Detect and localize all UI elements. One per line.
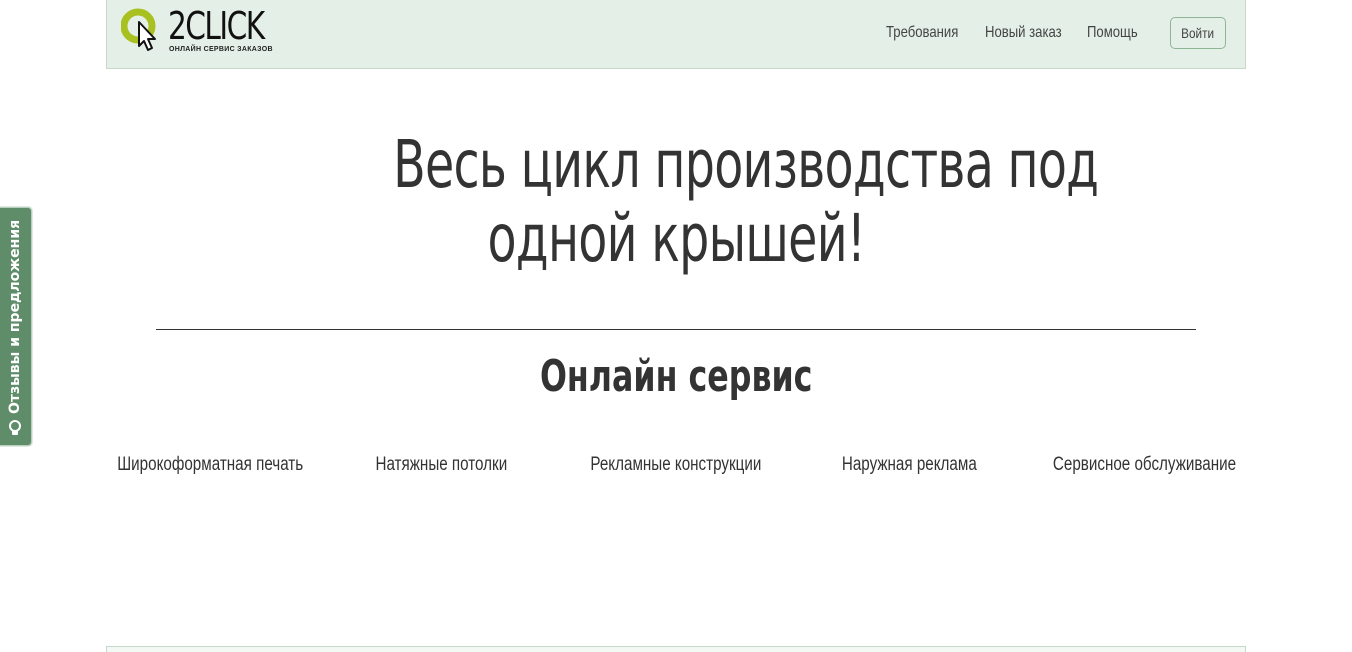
hero-title: Весь цикл производства под одной крышей! [256, 126, 1099, 277]
nav-link-new-order[interactable]: Новый заказ [985, 22, 1062, 44]
login-button[interactable]: Войти [1170, 17, 1226, 49]
service-label: Сервисное обслуживание [1052, 454, 1237, 475]
hero-title-line-2: одной крышей! [487, 200, 865, 277]
logo-link[interactable]: 2CLICK ОНЛАЙН СЕРВИС ЗАКАЗОВ [121, 4, 281, 58]
service-outdoor-advertising[interactable]: Наружная реклама [795, 452, 1023, 478]
feedback-tab[interactable]: Отзывы и предложения [0, 207, 32, 446]
navbar: 2CLICK ОНЛАЙН СЕРВИС ЗАКАЗОВ Требования … [106, 0, 1246, 69]
logo-tagline: ОНЛАЙН СЕРВИС ЗАКАЗОВ [169, 46, 273, 53]
service-label: Наружная реклама [841, 454, 977, 475]
lightbulb-icon [9, 420, 21, 435]
nav-link-requirements[interactable]: Требования [886, 22, 958, 44]
service-label: Широкоформатная печать [117, 454, 304, 475]
login-button-label: Войти [1181, 25, 1215, 41]
footer-edge [106, 646, 1246, 652]
service-large-format-print[interactable]: Широкоформатная печать [94, 452, 322, 478]
section-title-text: Онлайн сервис [539, 351, 813, 402]
service-label: Рекламные конструкции [590, 454, 762, 475]
service-maintenance[interactable]: Сервисное обслуживание [1030, 452, 1258, 478]
service-label: Натяжные потолки [375, 454, 507, 475]
section-title: Онлайн сервис [476, 350, 876, 404]
hero-title-line-1: Весь цикл производства под [393, 126, 1099, 203]
services-list: Широкоформатная печать Натяжные потолки … [106, 452, 1246, 480]
service-ad-structures[interactable]: Рекламные конструкции [562, 452, 790, 478]
nav-link-help[interactable]: Помощь [1087, 22, 1138, 44]
feedback-tab-label: Отзывы и предложения [7, 219, 23, 414]
logo-ring-cursor-icon [121, 8, 156, 51]
logo-text: 2CLICK [168, 4, 265, 48]
section-divider [156, 329, 1196, 330]
service-stretch-ceilings[interactable]: Натяжные потолки [327, 452, 555, 478]
